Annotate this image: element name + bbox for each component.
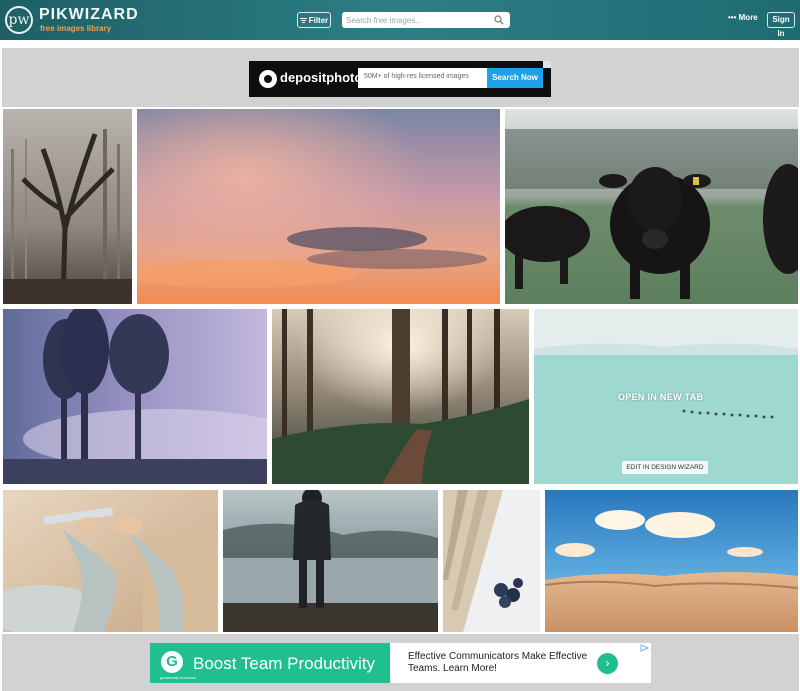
grammarly-logo-icon: G bbox=[161, 651, 183, 673]
top-navbar: pw PIKWIZARD free images library Filter … bbox=[0, 0, 800, 40]
ad-choices-icon-bottom[interactable] bbox=[640, 644, 649, 652]
sand-dunes-image bbox=[545, 490, 798, 632]
grammarly-logo-sub: grammarly business bbox=[160, 675, 196, 680]
ad-choices-icon[interactable] bbox=[543, 61, 551, 68]
logo-mark[interactable]: pw bbox=[5, 6, 33, 34]
foggy-forest-image bbox=[3, 109, 132, 304]
depositphotos-text: 50M+ of high-res licensed images bbox=[364, 73, 469, 80]
filter-icon bbox=[299, 17, 307, 23]
black-cows-image bbox=[505, 109, 798, 304]
sand-dunes-photo[interactable] bbox=[545, 490, 798, 632]
depositphotos-search-button[interactable]: Search Now bbox=[487, 68, 543, 88]
more-label: More bbox=[738, 13, 758, 22]
filter-button[interactable]: Filter bbox=[297, 12, 331, 28]
search-input[interactable] bbox=[346, 13, 486, 27]
depositphotos-brand: depositphotos bbox=[280, 70, 370, 85]
purple-misty-trees-photo[interactable] bbox=[3, 309, 267, 484]
chevron-right-icon[interactable]: › bbox=[597, 653, 618, 674]
misty-lake-image bbox=[223, 490, 438, 632]
people-aerial-image bbox=[443, 490, 540, 632]
sunlit-forest-path-photo[interactable] bbox=[272, 309, 529, 484]
open-in-new-tab-link[interactable]: OPEN IN NEW TAB bbox=[618, 392, 703, 402]
logo-tagline: free images library bbox=[40, 24, 112, 33]
grammarly-body-text: Effective Communicators Make Effective T… bbox=[408, 651, 588, 674]
forest-path-image bbox=[272, 309, 529, 484]
logo-name[interactable]: PIKWIZARD bbox=[39, 6, 139, 24]
man-by-misty-lake-photo[interactable] bbox=[223, 490, 438, 632]
purple-trees-image bbox=[3, 309, 267, 484]
grammarly-headline: Boost Team Productivity bbox=[193, 654, 376, 673]
sunset-sky-image bbox=[137, 109, 500, 304]
depositphotos-logo-icon bbox=[259, 70, 277, 88]
signin-button[interactable]: Sign In bbox=[767, 12, 795, 38]
more-menu[interactable]: ••• More bbox=[728, 13, 758, 22]
snowy-hikers-photo[interactable]: OPEN IN NEW TAB EDIT IN DESIGN WIZARD bbox=[534, 309, 798, 484]
foggy-forest-photo[interactable] bbox=[3, 109, 132, 304]
black-cows-photo[interactable] bbox=[505, 109, 798, 304]
woman-with-tablet-photo[interactable] bbox=[3, 490, 218, 632]
search-box bbox=[342, 12, 510, 28]
people-aerial-photo[interactable] bbox=[443, 490, 540, 632]
filter-label: Filter bbox=[308, 15, 329, 25]
woman-tablet-image bbox=[3, 490, 218, 632]
more-dots-icon: ••• bbox=[728, 13, 737, 22]
edit-in-design-wizard-button[interactable]: EDIT IN DESIGN WIZARD bbox=[622, 461, 708, 474]
search-icon[interactable] bbox=[494, 15, 504, 25]
pink-sunset-sky-photo[interactable] bbox=[137, 109, 500, 304]
